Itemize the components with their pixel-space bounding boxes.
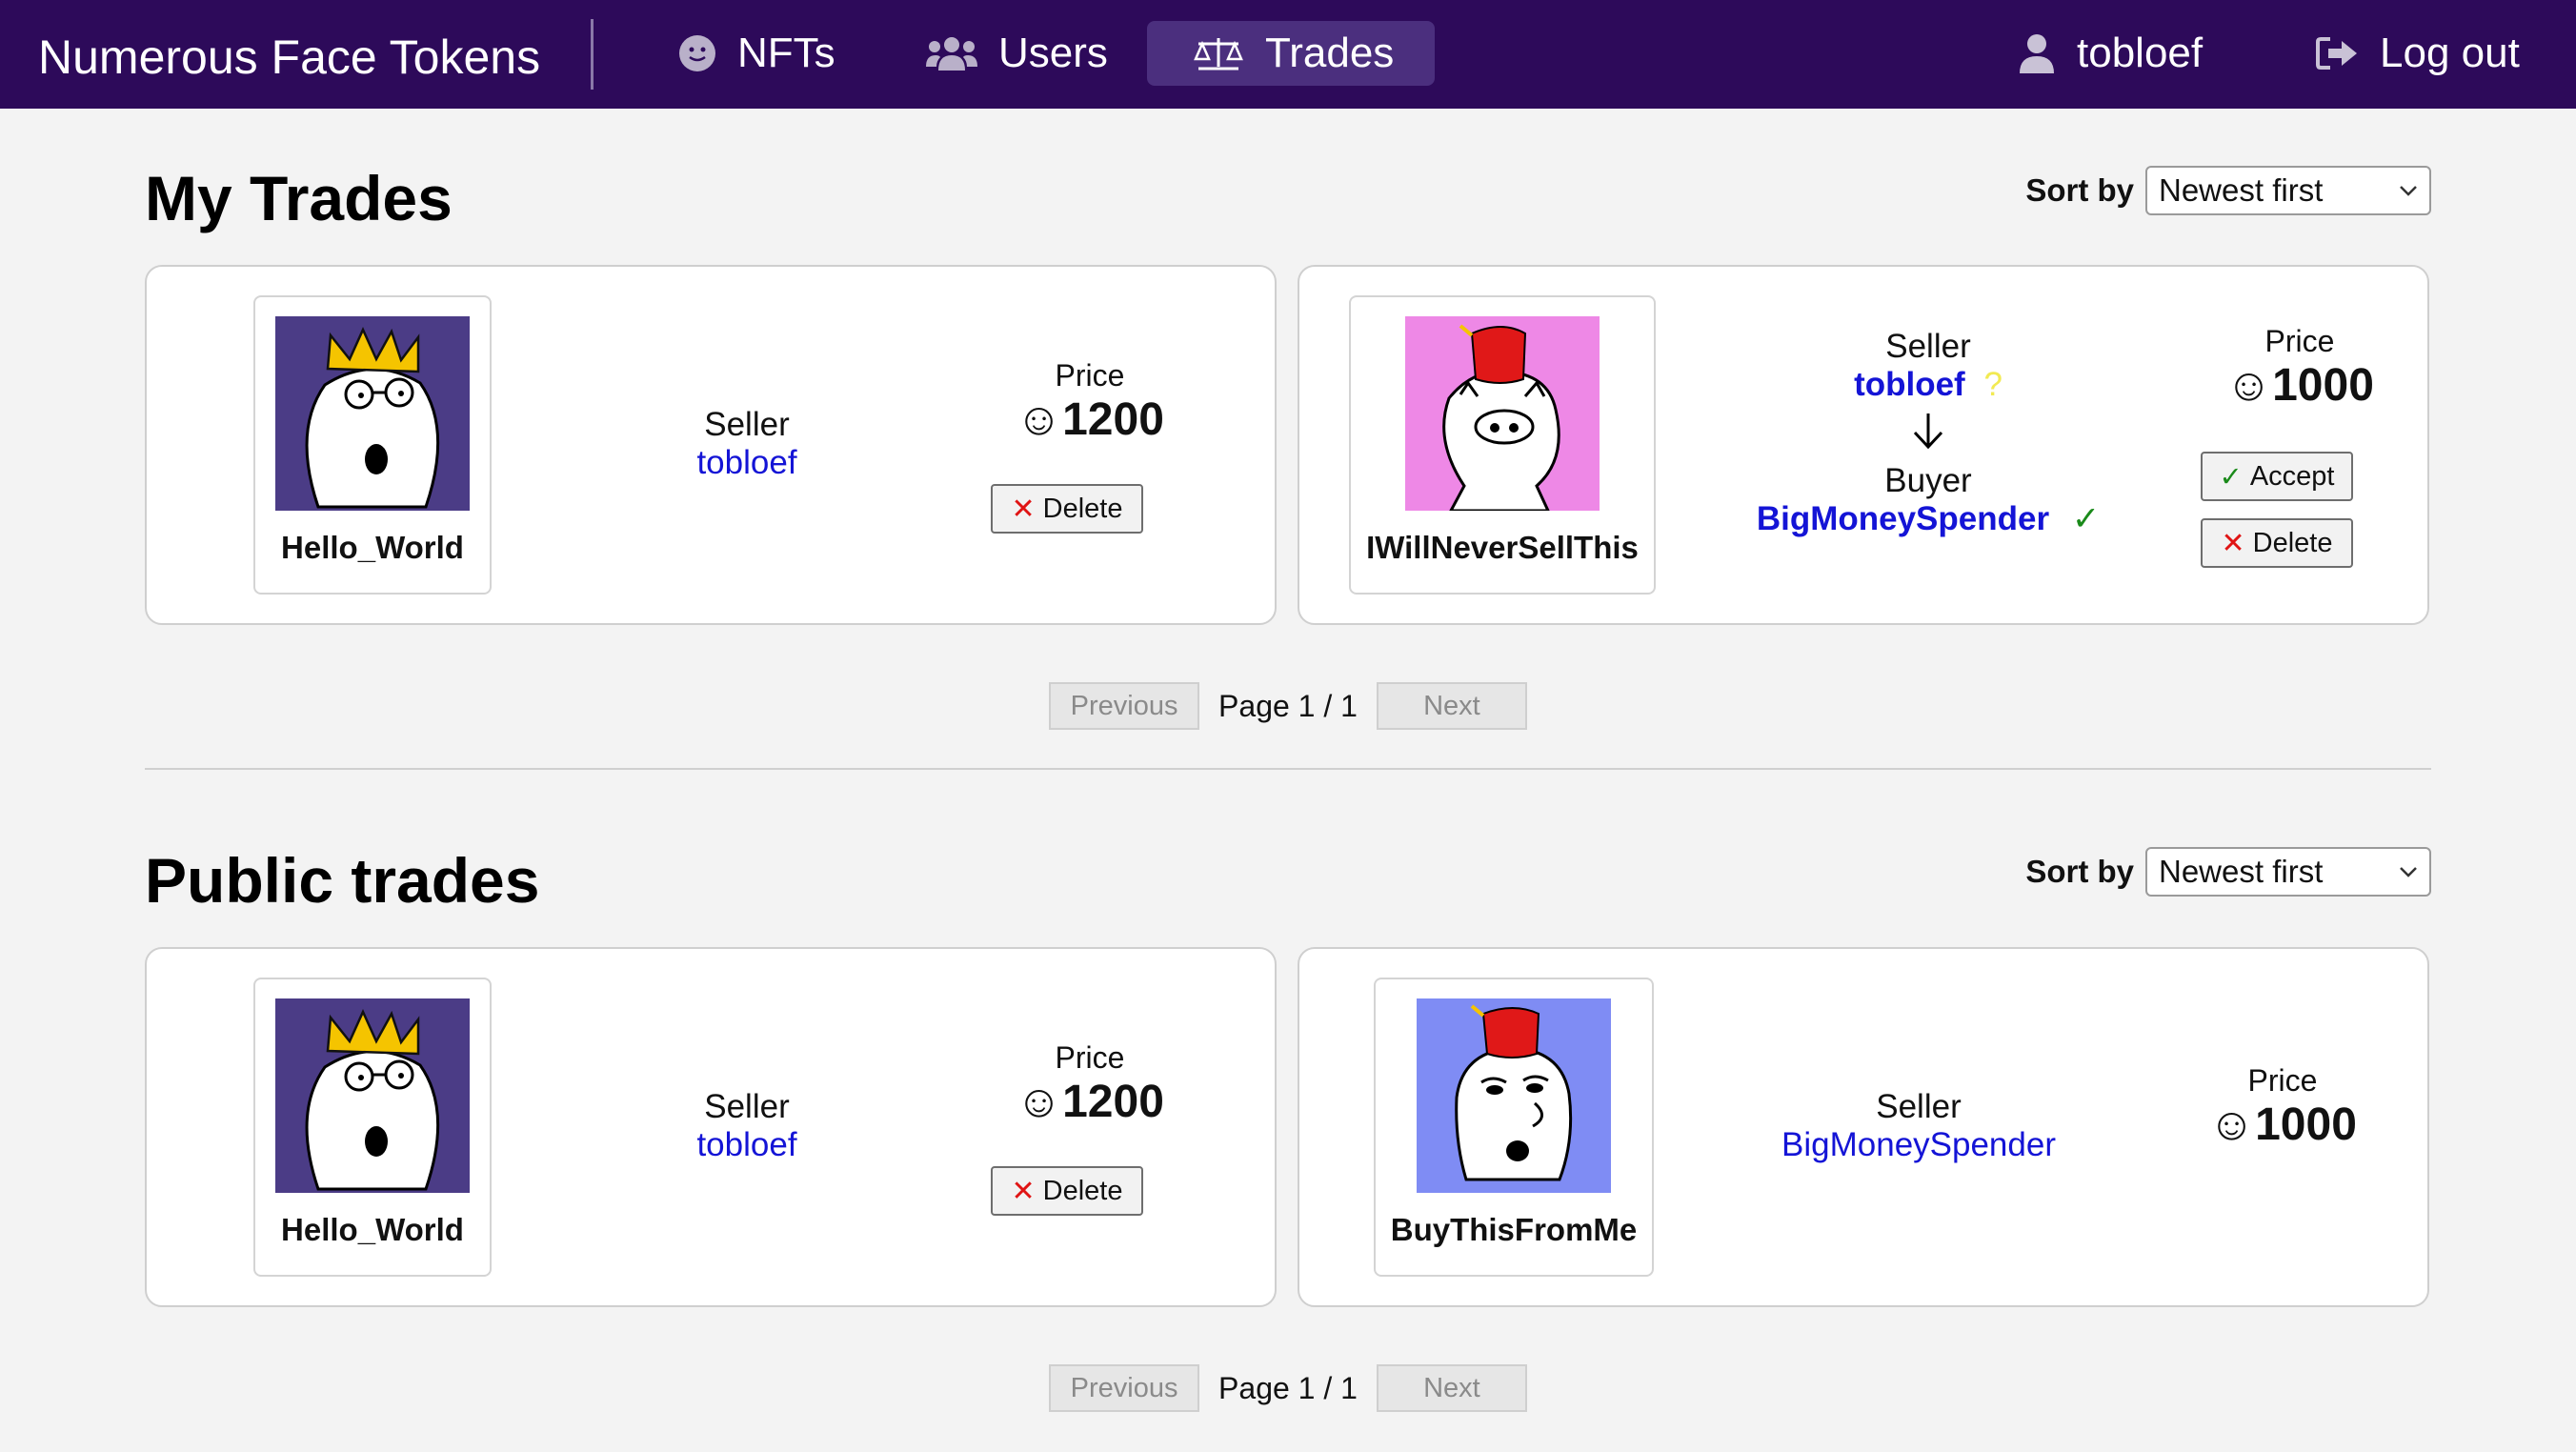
delete-button[interactable]: ✕ Delete (991, 1166, 1143, 1216)
scales-icon (1194, 38, 1243, 71)
users-icon (926, 37, 977, 71)
price-value: ☺1000 (2225, 360, 2374, 411)
section-divider (145, 768, 2431, 770)
public-trades-title: Public trades (145, 845, 540, 916)
nav-item-nfts[interactable]: NFTs (633, 21, 881, 86)
nft-tile[interactable]: Hello_World (253, 978, 492, 1277)
public-trades-pagination: Previous Page 1 / 1 Next (0, 1364, 2576, 1412)
user-icon (2020, 34, 2054, 73)
buyer-link[interactable]: BigMoneySpender (1757, 500, 2049, 537)
trade-card: Hello_World Seller tobloef Price ☺1200 ✕… (145, 947, 1277, 1307)
sort-select-value: Newest first (2159, 854, 2324, 889)
my-trades-title: My Trades (145, 163, 453, 233)
trade-card: IWillNeverSellThis Seller tobloef ? Buye… (1298, 265, 2429, 625)
sort-select[interactable]: Newest first (2145, 166, 2431, 215)
price-block: Price ☺1200 (976, 358, 1204, 446)
nft-image-buythisfromme (1417, 998, 1611, 1193)
buyer-label: Buyer (1884, 462, 1972, 499)
sort-select[interactable]: Newest first (2145, 847, 2431, 897)
price-block: Price ☺1000 (2185, 324, 2414, 412)
accept-button[interactable]: ✓ Accept (2201, 452, 2353, 501)
nav-item-trades[interactable]: Trades (1147, 21, 1435, 86)
sort-label: Sort by (2025, 854, 2134, 889)
chevron-down-icon (2400, 867, 2417, 877)
close-icon: ✕ (1011, 493, 1036, 525)
trade-card: Hello_World Seller tobloef Price ☺1200 ✕… (145, 265, 1277, 625)
seller-block: Seller tobloef (614, 406, 880, 482)
username-label: tobloef (2077, 30, 2204, 76)
nav-item-profile[interactable]: tobloef (1999, 21, 2222, 86)
seller-label: Seller (1885, 328, 1971, 365)
pending-status-icon: ? (1983, 366, 2002, 403)
price-value: ☺1200 (1016, 394, 1164, 445)
seller-link[interactable]: tobloef (1854, 366, 1965, 403)
nav-item-label: Trades (1265, 30, 1395, 76)
nft-tile[interactable]: Hello_World (253, 295, 492, 595)
price-label: Price (1055, 358, 1125, 393)
page-indicator: Page 1 / 1 (1218, 688, 1358, 723)
delete-button[interactable]: ✕ Delete (2201, 518, 2353, 568)
nft-tile[interactable]: BuyThisFromMe (1374, 978, 1654, 1277)
next-button[interactable]: Next (1376, 682, 1527, 730)
nav-divider (591, 19, 594, 90)
delete-label: Delete (1042, 493, 1123, 524)
next-button[interactable]: Next (1376, 1364, 1527, 1412)
trade-parties-block: Seller tobloef ? Buyer BigMoneySpender ✓ (1728, 328, 2128, 538)
price-label: Price (1055, 1040, 1125, 1075)
chevron-down-icon (2400, 186, 2417, 196)
seller-label: Seller (1876, 1088, 1962, 1125)
seller-block: Seller tobloef (614, 1088, 880, 1164)
nav-item-label: NFTs (737, 30, 835, 76)
seller-link[interactable]: BigMoneySpender (1719, 1126, 2119, 1164)
price-label: Price (2247, 1063, 2318, 1098)
delete-label: Delete (1042, 1175, 1123, 1206)
nft-name: IWillNeverSellThis (1366, 530, 1639, 565)
logout-label: Log out (2380, 30, 2520, 76)
price-value: ☺1200 (1016, 1077, 1164, 1127)
delete-label: Delete (2252, 527, 2333, 558)
nav-item-label: Users (998, 30, 1108, 76)
seller-label: Seller (704, 1088, 790, 1125)
nav-item-users[interactable]: Users (880, 21, 1154, 86)
page-indicator: Page 1 / 1 (1218, 1370, 1358, 1405)
price-block: Price ☺1000 (2168, 1063, 2397, 1151)
nft-image-hello-world (275, 998, 470, 1193)
nft-name: Hello_World (281, 1212, 464, 1247)
nft-name: BuyThisFromMe (1390, 1212, 1638, 1247)
price-label: Price (2264, 324, 2335, 358)
price-block: Price ☺1200 (976, 1040, 1204, 1128)
nft-name: Hello_World (281, 530, 464, 565)
price-value: ☺1000 (2208, 1099, 2357, 1150)
seller-block: Seller BigMoneySpender (1719, 1088, 2119, 1164)
previous-button[interactable]: Previous (1049, 682, 1200, 730)
previous-button[interactable]: Previous (1049, 1364, 1200, 1412)
seller-link[interactable]: tobloef (614, 1126, 880, 1164)
nft-image-iwillneversellthis (1405, 316, 1600, 511)
top-navbar: Numerous Face Tokens NFTs Users Trades t… (0, 0, 2576, 109)
close-icon: ✕ (2221, 527, 2245, 559)
public-trades-sort: Sort by Newest first (2025, 847, 2431, 897)
sort-select-value: Newest first (2159, 172, 2324, 208)
sort-label: Sort by (2025, 172, 2134, 208)
check-icon: ✓ (2219, 461, 2243, 493)
smiley-icon (679, 35, 715, 71)
brand-title[interactable]: Numerous Face Tokens (38, 29, 540, 86)
logout-icon (2316, 37, 2357, 70)
accepted-status-icon: ✓ (2071, 500, 2101, 537)
delete-button[interactable]: ✕ Delete (991, 484, 1143, 534)
accept-label: Accept (2249, 460, 2335, 492)
my-trades-sort: Sort by Newest first (2025, 166, 2431, 215)
nft-tile[interactable]: IWillNeverSellThis (1349, 295, 1656, 595)
nft-image-hello-world (275, 316, 470, 511)
seller-label: Seller (704, 406, 790, 443)
close-icon: ✕ (1011, 1175, 1036, 1207)
my-trades-pagination: Previous Page 1 / 1 Next (0, 682, 2576, 730)
logout-button[interactable]: Log out (2296, 21, 2539, 86)
trade-card: BuyThisFromMe Seller BigMoneySpender Pri… (1298, 947, 2429, 1307)
arrow-down-icon (1728, 412, 2128, 458)
seller-link[interactable]: tobloef (614, 444, 880, 482)
